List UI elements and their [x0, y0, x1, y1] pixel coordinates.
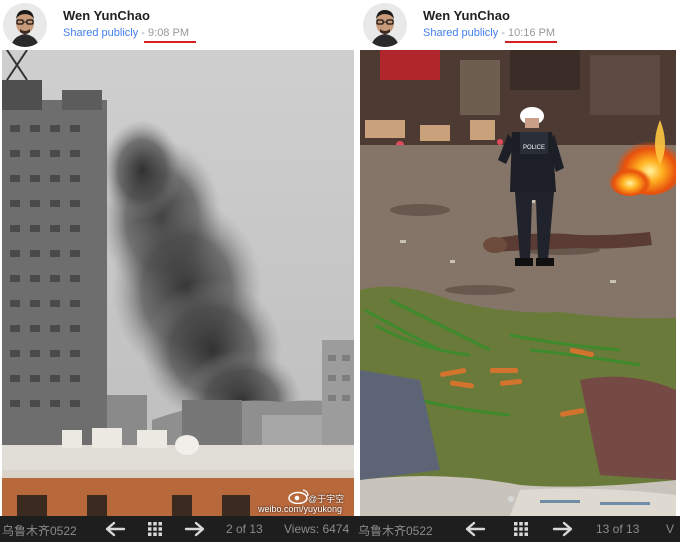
- time-underline-annotation: [505, 41, 557, 43]
- separator: -: [501, 27, 505, 39]
- author-name[interactable]: Wen YunChao: [423, 8, 510, 23]
- police-vest-label: POLICE: [523, 145, 545, 151]
- shared-visibility: Shared publicly - 10:16 PM: [423, 27, 555, 39]
- arrow-left-icon[interactable]: [464, 521, 486, 537]
- post-header: Wen YunChao Shared publicly - 9:08 PM: [0, 0, 358, 50]
- photo-post-left: Wen YunChao Shared publicly - 9:08 PM @于…: [0, 0, 358, 542]
- separator: -: [141, 27, 145, 39]
- view-count: V: [666, 522, 675, 536]
- album-caption: 乌鲁木齐0522: [2, 524, 77, 538]
- photo-counter: 13 of 13: [596, 522, 640, 536]
- shared-visibility: Shared publicly - 9:08 PM: [63, 27, 189, 39]
- author-name[interactable]: Wen YunChao: [63, 8, 150, 23]
- shared-publicly-link[interactable]: Shared publicly: [423, 27, 498, 39]
- smoke-photo[interactable]: @于宇空 weibo.com/yuyukong: [2, 50, 354, 516]
- avatar[interactable]: [363, 3, 407, 47]
- arrow-right-icon[interactable]: [184, 521, 206, 537]
- grid-icon[interactable]: [514, 522, 528, 536]
- avatar[interactable]: [3, 3, 47, 47]
- carousel-bar: 乌鲁木齐0522 13 of 13 V: [358, 516, 680, 542]
- view-count: Views: 6474: [284, 522, 350, 536]
- carousel-bar: 乌鲁木齐0522 2 of 13 Views: 6474: [0, 516, 358, 542]
- post-time[interactable]: 10:16 PM: [508, 27, 555, 39]
- carousel-position-dot: [508, 496, 514, 502]
- arrow-left-icon[interactable]: [104, 521, 126, 537]
- arrow-right-icon[interactable]: [552, 521, 574, 537]
- weibo-logo: [288, 489, 309, 504]
- post-header: Wen YunChao Shared publicly - 10:16 PM: [358, 0, 680, 50]
- grid-icon[interactable]: [148, 522, 162, 536]
- watermark-site: weibo.com/yuyukong: [258, 504, 343, 514]
- shared-publicly-link[interactable]: Shared publicly: [63, 27, 138, 39]
- photo-post-right: Wen YunChao Shared publicly - 10:16 PM P…: [358, 0, 680, 542]
- post-time[interactable]: 9:08 PM: [148, 27, 189, 39]
- street-scene-photo[interactable]: POLICE: [360, 50, 676, 516]
- album-caption: 乌鲁木齐0522: [358, 524, 433, 538]
- photo-counter: 2 of 13: [226, 522, 263, 536]
- time-underline-annotation: [144, 41, 196, 43]
